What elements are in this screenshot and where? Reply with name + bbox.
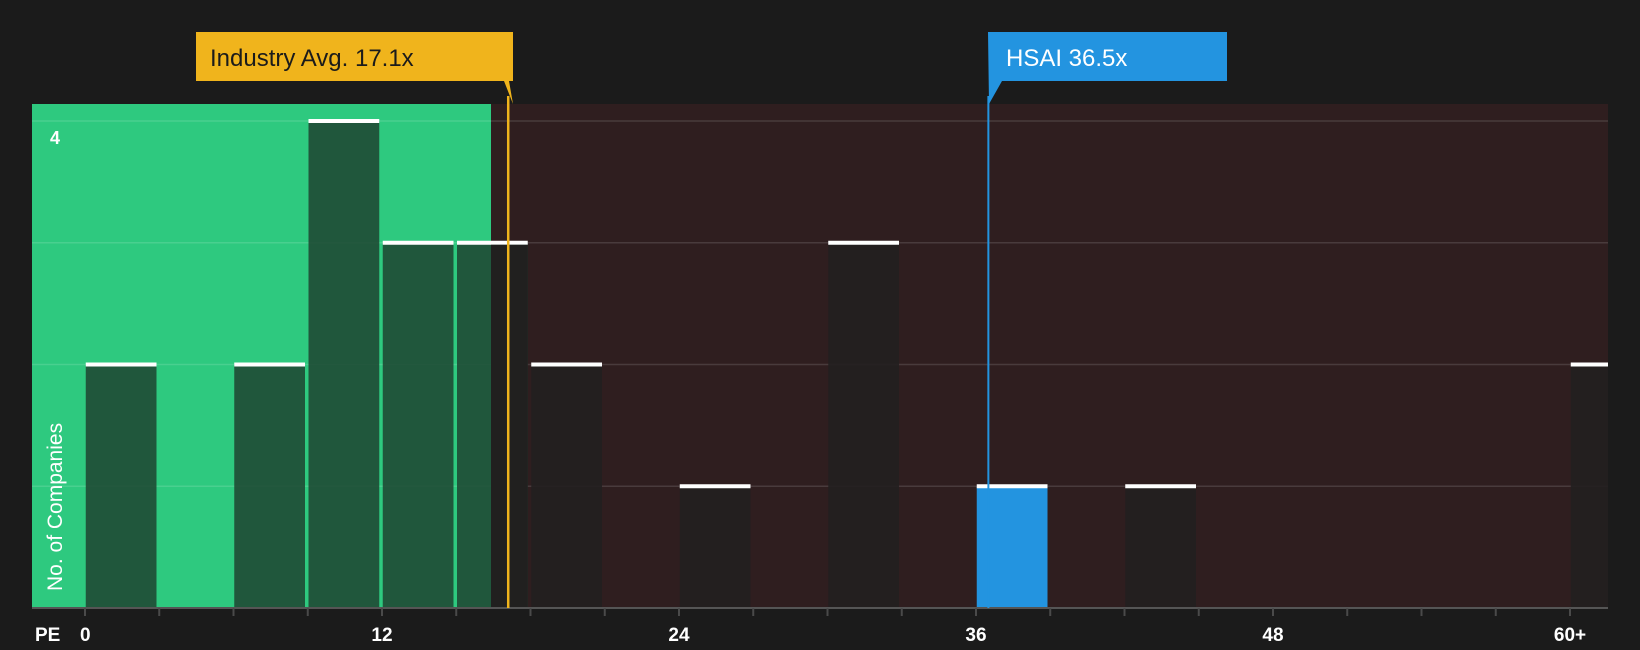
bar-cap [976, 484, 1048, 489]
bar-cap [531, 362, 602, 367]
industry-average-label: Industry Avg. 17.1x [210, 45, 414, 72]
x-tick-label: 48 [1262, 625, 1283, 646]
company-pe-label: HSAI 36.5x [1006, 45, 1127, 72]
x-tick-label: 36 [965, 625, 986, 646]
bar-cap [308, 119, 380, 123]
bar-cap [679, 484, 751, 489]
histogram-bar [234, 364, 305, 608]
histogram-bar [1570, 364, 1608, 608]
pe-distribution-chart: No. of Companies 4 PE 0 12 24 36 48 60+ Indus… [0, 0, 1640, 650]
histogram-bar [1125, 486, 1196, 608]
x-tick-label: 60+ [1554, 625, 1586, 646]
bar-cap [1125, 484, 1196, 489]
histogram-bar [382, 242, 454, 608]
histogram-bar [679, 486, 751, 608]
bar-cap [457, 240, 528, 245]
histogram-bar [85, 364, 157, 608]
histogram-bar [308, 121, 380, 608]
x-tick-label: 24 [668, 625, 690, 646]
x-tick-label: 12 [371, 625, 392, 646]
bar-cap [828, 240, 899, 245]
x-axis-label: PE [35, 625, 60, 646]
y-axis-label: No. of Companies [44, 423, 67, 591]
y-tick-label: 4 [50, 128, 60, 148]
bar-cap [382, 240, 454, 245]
bar-cap [1570, 362, 1608, 367]
bar-cap [85, 362, 157, 367]
histogram-bar [828, 242, 899, 608]
x-tick-label: 0 [80, 625, 91, 646]
bar-cap [234, 362, 305, 367]
histogram-bar [976, 486, 1048, 608]
histogram-bar [531, 364, 602, 608]
overvalued-zone [491, 104, 1608, 608]
